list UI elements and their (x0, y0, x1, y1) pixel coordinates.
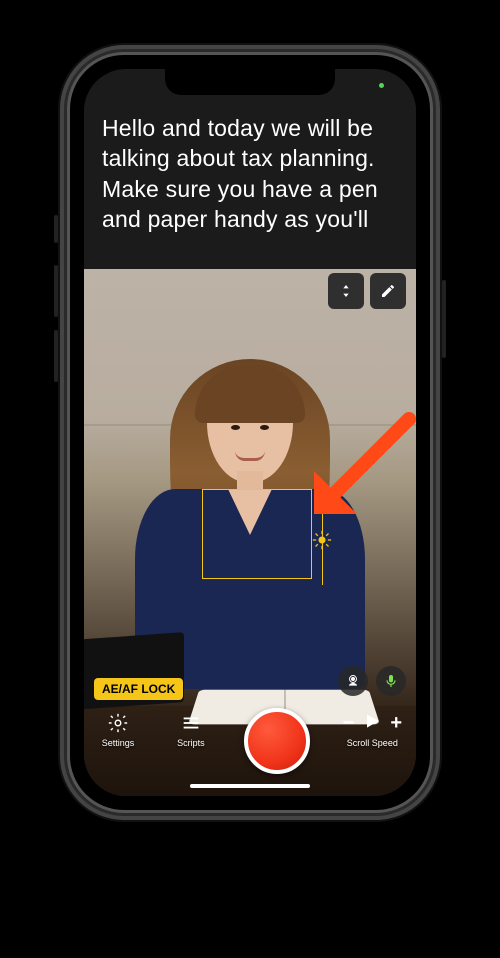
scripts-button[interactable]: Scripts (171, 710, 211, 748)
volume-up-button (54, 265, 58, 317)
notch (165, 69, 335, 95)
settings-button[interactable]: Settings (98, 710, 138, 748)
microphone-icon (383, 673, 399, 689)
ae-af-lock-badge: AE/AF LOCK (94, 678, 183, 700)
record-button[interactable] (244, 708, 310, 774)
scroll-resize-button[interactable] (328, 273, 364, 309)
annotation-arrow (294, 399, 416, 544)
teleprompter-text[interactable]: Hello and today we will be talking about… (84, 103, 416, 250)
home-indicator[interactable] (190, 784, 310, 788)
camera-active-indicator (379, 83, 384, 88)
edit-script-button[interactable] (370, 273, 406, 309)
side-button (54, 215, 58, 243)
prompter-controls (328, 273, 406, 309)
speed-increase-button[interactable]: + (390, 713, 402, 733)
gear-icon (107, 712, 129, 734)
volume-down-button (54, 330, 58, 382)
bottom-toolbar: Settings Scripts − + Scroll Speed (84, 704, 416, 796)
phone-frame: Hello and today we will be talking about… (70, 55, 430, 810)
switch-camera-icon (345, 673, 361, 689)
play-icon (362, 711, 382, 731)
switch-camera-button[interactable] (338, 666, 368, 696)
settings-label: Settings (102, 738, 135, 748)
play-button[interactable] (362, 711, 382, 736)
power-button (442, 280, 446, 358)
scripts-label: Scripts (177, 738, 205, 748)
screen: Hello and today we will be talking about… (84, 69, 416, 796)
camera-options (338, 666, 406, 696)
scroll-speed-control: − + Scroll Speed (343, 710, 402, 748)
scroll-resize-icon (338, 283, 354, 299)
speed-decrease-button[interactable]: − (343, 713, 355, 733)
scroll-speed-label: Scroll Speed (347, 738, 398, 748)
edit-icon (380, 283, 396, 299)
menu-icon (180, 712, 202, 734)
microphone-button[interactable] (376, 666, 406, 696)
